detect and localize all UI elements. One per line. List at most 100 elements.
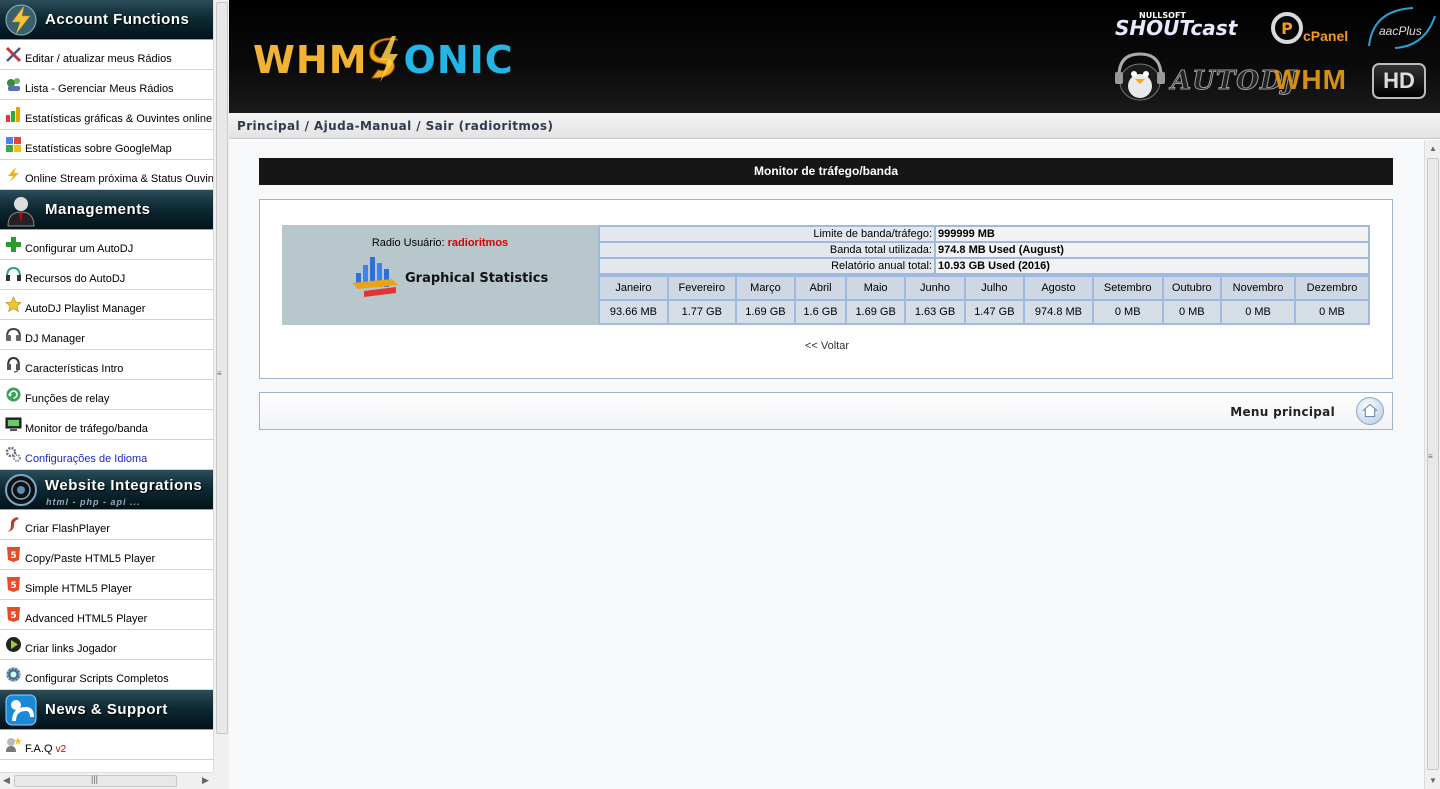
- month-usage: 974.8 MB: [1023, 299, 1094, 325]
- radio-user-name: radioritmos: [447, 237, 509, 249]
- month-usage: 1.77 GB: [666, 299, 737, 325]
- bandwidth-info-table: Limite de banda/tráfego: 999999 MB Banda…: [598, 225, 1370, 275]
- sidebar-item-advanced-html5-player[interactable]: 5 Advanced HTML5 Player: [0, 600, 213, 630]
- scroll-left-arrow-icon[interactable]: ◀: [3, 775, 10, 786]
- section-managements: Managements: [0, 190, 213, 230]
- sidebar-item-create-player-links[interactable]: Criar links Jogador: [0, 630, 213, 660]
- flash-icon: [7, 517, 19, 532]
- shoutcast-small-text: NULLSOFT: [1139, 11, 1186, 20]
- sidebar-item-simple-html5-player[interactable]: 5 Simple HTML5 Player: [0, 570, 213, 600]
- aacplus-text: aacPlus: [1379, 24, 1422, 38]
- bandwidth-used-value: 974.8 MB Used (August): [934, 241, 1370, 259]
- sidebar-horizontal-scrollbar[interactable]: ◀ ||| ▶: [0, 772, 213, 789]
- sidebar-item-label: Configurar um AutoDJ: [25, 243, 134, 255]
- scrollbar-thumb[interactable]: [1427, 158, 1439, 770]
- annual-report-value: 10.93 GB Used (2016): [934, 257, 1370, 275]
- scrollbar-thumb[interactable]: [216, 2, 228, 734]
- autodj-logo: AUTODJ: [1113, 50, 1296, 102]
- html5-icon: 5: [7, 577, 20, 592]
- month-usage: 0 MB: [1161, 299, 1223, 325]
- play-icon: [6, 637, 21, 652]
- scrollbar-grip-icon: ≡: [1428, 452, 1433, 461]
- section-title: Account Functions: [45, 11, 190, 28]
- sidebar-item-label: Estatísticas sobre GoogleMap: [25, 143, 172, 155]
- main-menu-bar[interactable]: Menu principal: [259, 392, 1393, 430]
- sidebar-item-language-settings[interactable]: Configurações de Idioma: [0, 440, 213, 470]
- section-title: Managements: [45, 201, 151, 218]
- month-usage: 0 MB: [1220, 299, 1296, 325]
- month-header: Janeiro: [598, 275, 669, 301]
- section-website-integrations: Website Integrations html - php - api ..…: [0, 470, 213, 510]
- svg-text:5: 5: [10, 551, 16, 561]
- sidebar-item-label: Monitor de tráfego/banda: [25, 423, 148, 435]
- main-content: Monitor de tráfego/banda Radio Usuário: …: [229, 140, 1424, 789]
- left-navigation-frame: Account Functions Editar / atualizar meu…: [0, 0, 229, 789]
- faq-label: F.A.Q: [25, 743, 53, 755]
- sidebar-item-label: Configurar Scripts Completos: [25, 673, 169, 685]
- sidebar-item-manage-radios[interactable]: Lista - Gerenciar Meus Rádios: [0, 70, 213, 100]
- month-header: Julho: [963, 275, 1026, 301]
- sidebar-item-copy-paste-html5-player[interactable]: 5 Copy/Paste HTML5 Player: [0, 540, 213, 570]
- scroll-down-arrow-icon[interactable]: ▼: [1429, 776, 1437, 785]
- back-link[interactable]: << Voltar: [260, 340, 1394, 352]
- sidebar-item-configure-autodj[interactable]: Configurar um AutoDJ: [0, 230, 213, 260]
- sidebar-item-label: Recursos do AutoDJ: [25, 273, 126, 285]
- home-icon[interactable]: [1356, 397, 1384, 425]
- sidebar-item-dj-manager[interactable]: DJ Manager: [0, 320, 213, 350]
- sidebar-item-googlemap-stats[interactable]: Estatísticas sobre GoogleMap: [0, 130, 213, 160]
- traffic-panel: Radio Usuário: radioritmos Graphical Sta…: [259, 199, 1393, 379]
- breadcrumb-text[interactable]: Principal / Ajuda-Manual / Sair (radiori…: [237, 119, 553, 133]
- svg-text:P: P: [1281, 19, 1293, 38]
- month-usage: 1.69 GB: [734, 299, 797, 325]
- sidebar-item-configure-full-scripts[interactable]: Configurar Scripts Completos: [0, 660, 213, 690]
- page-title: Monitor de tráfego/banda: [259, 158, 1393, 185]
- sidebar-item-online-stream-status[interactable]: Online Stream próxima & Status Ouvinte: [0, 160, 213, 190]
- sidebar-item-create-flashplayer[interactable]: Criar FlashPlayer: [0, 510, 213, 540]
- month-usage: 1.6 GB: [794, 299, 847, 325]
- section-title: News & Support: [45, 701, 168, 718]
- sidebar-item-graphic-stats[interactable]: Estatísticas gráficas & Ouvintes online: [0, 100, 213, 130]
- monitor-icon: [5, 417, 22, 431]
- version-badge: v2: [55, 744, 67, 755]
- google-map-icon: [6, 137, 21, 152]
- scroll-up-arrow-icon[interactable]: ▲: [1429, 144, 1437, 153]
- list-icon: [7, 78, 20, 91]
- top-banner: WHM ONIC NULLSOFT SHOUTcast P cPanel aac…: [229, 0, 1440, 113]
- sidebar-menu: Account Functions Editar / atualizar meu…: [0, 0, 213, 772]
- month-usage: 0 MB: [1294, 299, 1370, 325]
- month-header: Abril: [794, 275, 847, 301]
- whm-logo: WHM: [1274, 64, 1347, 95]
- sidebar-item-faq[interactable]: F.A.Q v2: [0, 730, 213, 760]
- month-usage: 1.69 GB: [844, 299, 907, 325]
- month-header: Março: [734, 275, 797, 301]
- graphical-statistics-link[interactable]: Graphical Statistics: [405, 271, 548, 286]
- logo-text-whm: WHM: [253, 38, 368, 82]
- sidebar-item-label: Editar / atualizar meus Rádios: [25, 53, 172, 65]
- relay-icon: [6, 387, 21, 402]
- cpanel-text: cPanel: [1303, 28, 1349, 44]
- month-usage-row: 93.66 MB 1.77 GB 1.69 GB 1.6 GB 1.69 GB …: [598, 299, 1370, 325]
- month-header: Dezembro: [1294, 275, 1370, 301]
- sidebar-item-traffic-monitor[interactable]: Monitor de tráfego/banda: [0, 410, 213, 440]
- sidebar-item-intro-features[interactable]: Características Intro: [0, 350, 213, 380]
- month-header: Outubro: [1161, 275, 1223, 301]
- section-account-functions: Account Functions: [0, 0, 213, 40]
- main-vertical-scrollbar[interactable]: ▲ ≡ ▼: [1424, 140, 1440, 789]
- cpanel-logo: P cPanel: [1271, 10, 1348, 50]
- bandwidth-limit-value: 999999 MB: [934, 225, 1370, 243]
- sidebar-item-relay-functions[interactable]: Funções de relay: [0, 380, 213, 410]
- svg-text:5: 5: [10, 611, 16, 621]
- month-header: Fevereiro: [666, 275, 737, 301]
- sidebar-item-edit-radios[interactable]: Editar / atualizar meus Rádios: [0, 40, 213, 70]
- sidebar-item-label: Estatísticas gráficas & Ouvintes online: [25, 113, 213, 125]
- scroll-right-arrow-icon[interactable]: ▶: [202, 775, 209, 786]
- gears-icon: [6, 667, 21, 682]
- sidebar-item-autodj-resources[interactable]: Recursos do AutoDJ: [0, 260, 213, 290]
- sidebar-item-label: Criar FlashPlayer: [25, 523, 110, 535]
- sidebar-vertical-scrollbar[interactable]: ≡: [213, 0, 229, 772]
- main-menu-label[interactable]: Menu principal: [1230, 405, 1335, 419]
- breadcrumb[interactable]: Principal / Ajuda-Manual / Sair (radiori…: [229, 113, 1440, 139]
- sidebar-item-autodj-playlist-manager[interactable]: AutoDJ Playlist Manager: [0, 290, 213, 320]
- month-usage: 1.47 GB: [963, 299, 1026, 325]
- radio-user-label: Radio Usuário:: [371, 237, 445, 249]
